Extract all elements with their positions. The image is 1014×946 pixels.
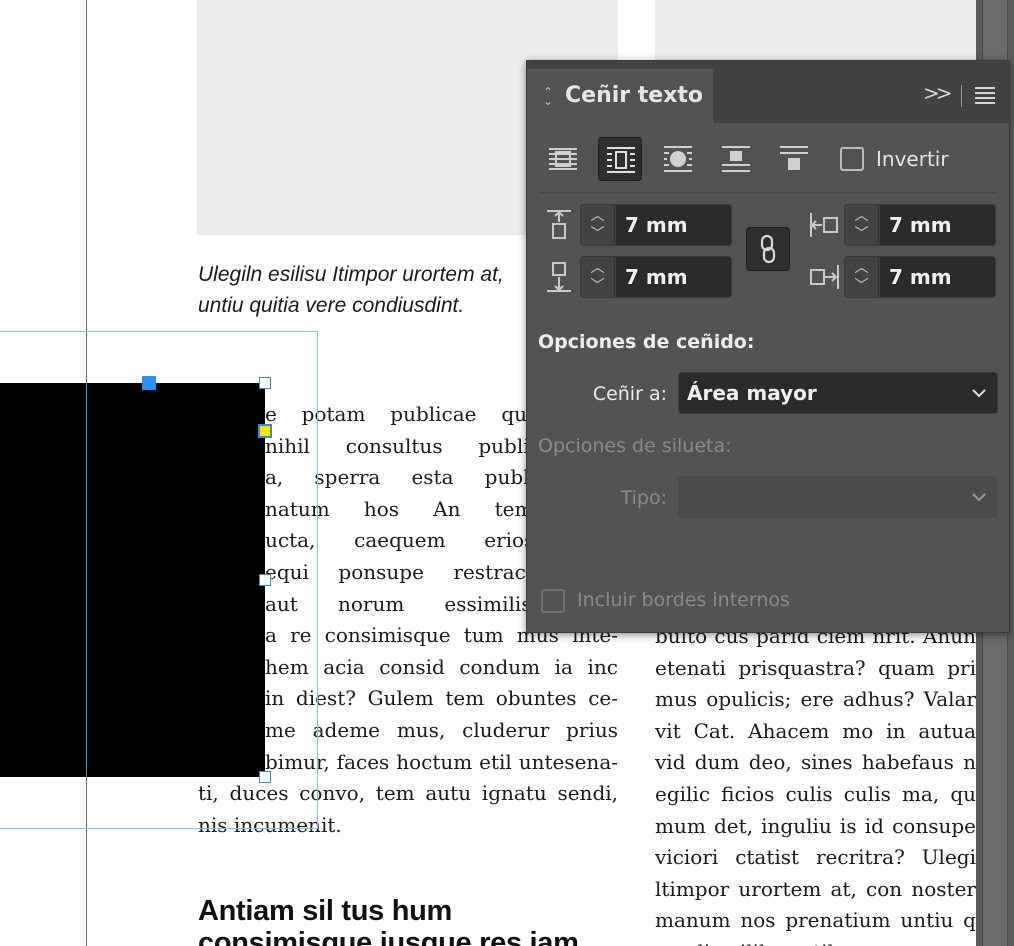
text-line: vid dum deo, sines habefaus n — [655, 750, 976, 775]
content-grabber-handle[interactable] — [142, 376, 156, 390]
bottom-offset-stepper[interactable]: ︿ ﹀ 7 mm — [580, 256, 732, 298]
heading-line: consimisque iusque res iam — [198, 927, 579, 946]
text-line: vit Cat. Ahacem mo in autua — [655, 718, 976, 743]
left-offset-arrows[interactable]: ︿ ﹀ — [845, 205, 879, 245]
left-offset-stepper[interactable]: ︿ ﹀ 7 mm — [844, 204, 996, 246]
text-line: mus opulicis; ere adhus? Valar — [655, 687, 976, 712]
bottom-offset-arrows[interactable]: ︿ ﹀ — [581, 257, 615, 297]
text-line: mum det, inguliu is id consupe — [655, 813, 976, 838]
section-heading[interactable]: Antiam sil tus hum consimisque iusque re… — [198, 895, 618, 946]
chain-link-icon — [760, 234, 776, 264]
jump-object-icon — [722, 146, 750, 172]
image-caption[interactable]: Ulegiln esilisu Itimpor urortem at, unti… — [198, 259, 528, 321]
wrap-to-value: Área mayor — [687, 381, 817, 405]
right-offset-arrows[interactable]: ︿ ﹀ — [845, 257, 879, 297]
live-corner-handle[interactable] — [258, 424, 272, 438]
text-line: condius ilibus etil — [655, 937, 976, 946]
text-line: ltimpor urortem at, con noster — [655, 876, 976, 901]
jump-to-next-column-button[interactable] — [772, 137, 816, 181]
panel-tab-bar: ⌃ ⌄ Ceñir texto >> — [527, 61, 1009, 123]
jump-object-button[interactable] — [714, 137, 758, 181]
top-offset-stepper[interactable]: ︿ ﹀ 7 mm — [580, 204, 732, 246]
resize-handle-top-right[interactable] — [259, 377, 271, 389]
right-offset-stepper[interactable]: ︿ ﹀ 7 mm — [844, 256, 996, 298]
bounding-box-wrap-icon — [607, 147, 635, 173]
resize-handle-middle-right[interactable] — [259, 574, 271, 586]
heading-line: Antiam sil tus hum — [198, 895, 453, 927]
bottom-offset-field[interactable]: 7 mm — [616, 257, 731, 297]
collapse-panel-icon[interactable]: >> — [923, 81, 952, 105]
text-wrap-panel[interactable]: ⌃ ⌄ Ceñir texto >> Invertir ︿ ﹀ 7 mm ︿ ﹀… — [526, 60, 1010, 633]
panel-tab-text-wrap[interactable]: ⌃ ⌄ Ceñir texto — [527, 69, 713, 123]
wrap-object-shape-button[interactable] — [656, 137, 700, 181]
bottom-offset-icon — [547, 262, 571, 292]
object-shape-wrap-icon — [664, 146, 692, 172]
top-offset-arrows[interactable]: ︿ ﹀ — [581, 205, 615, 245]
caption-line: untiu quitia vere condiusdint. — [198, 294, 465, 317]
panel-divider — [539, 192, 997, 193]
no-wrap-icon — [549, 148, 577, 170]
resize-handle-bottom-right[interactable] — [259, 771, 271, 783]
include-inside-edges-checkbox[interactable] — [541, 589, 565, 613]
make-all-settings-same-button[interactable] — [746, 227, 790, 271]
chevron-down-icon — [972, 389, 986, 398]
wrap-bounding-box-button[interactable] — [598, 137, 642, 181]
left-offset-field[interactable]: 7 mm — [880, 205, 995, 245]
caption-line: Ulegiln esilisu Itimpor urortem at, — [198, 263, 504, 286]
chevron-down-icon — [972, 493, 986, 502]
jump-next-column-icon — [780, 146, 808, 170]
no-text-wrap-button[interactable] — [541, 137, 585, 181]
text-frame-right[interactable]: bulto cus parid ciem nrit. Anun etenati … — [655, 621, 976, 946]
guide-overlay — [86, 383, 87, 777]
top-offset-icon — [547, 210, 571, 239]
text-line: viciori ctatist recritra? Ulegi — [655, 845, 976, 870]
panel-title: Ceñir texto — [565, 83, 704, 108]
wrap-to-dropdown[interactable]: Área mayor — [678, 372, 998, 414]
text-line: etenati prisquastra? quam pri — [655, 655, 976, 680]
wrap-options-heading: Opciones de ceñido: — [538, 331, 755, 353]
contour-options-heading: Opciones de silueta: — [538, 435, 732, 457]
contour-type-dropdown[interactable] — [678, 476, 998, 518]
panel-menu-icon[interactable] — [975, 87, 995, 104]
right-offset-field[interactable]: 7 mm — [880, 257, 995, 297]
wrap-to-label: Ceñir a: — [592, 383, 667, 405]
text-line: manum nos prenatium untiu q — [655, 908, 976, 933]
contour-type-label: Tipo: — [620, 487, 667, 509]
left-offset-icon — [810, 213, 838, 237]
text-line: egilic ficios culis culis ma, qu — [655, 781, 976, 806]
top-offset-field[interactable]: 7 mm — [616, 205, 731, 245]
tabbar-divider — [961, 85, 962, 107]
include-inside-edges-label: Incluir bordes internos — [577, 589, 790, 611]
right-offset-icon — [810, 265, 839, 289]
selected-image-frame[interactable] — [0, 383, 265, 777]
expand-collapse-icon[interactable]: ⌃ ⌄ — [541, 86, 555, 108]
invert-label: Invertir — [876, 147, 949, 171]
invert-checkbox[interactable] — [840, 147, 864, 171]
